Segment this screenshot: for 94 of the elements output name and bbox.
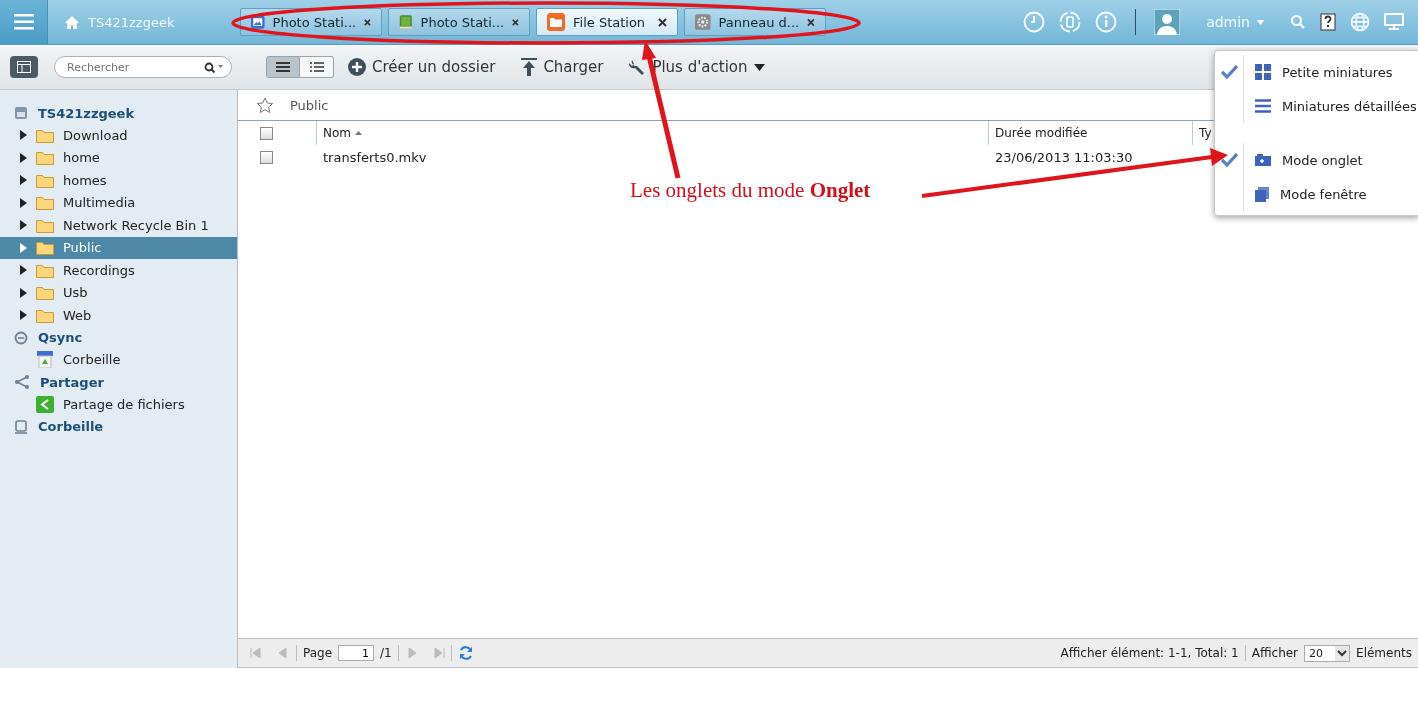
- close-icon[interactable]: [658, 17, 667, 27]
- sort-arrow-icon: [354, 131, 362, 135]
- view-toggle[interactable]: [266, 56, 300, 78]
- sidebar-item[interactable]: Public: [0, 236, 237, 259]
- table-cell-text: transferts0.mkv: [322, 149, 428, 165]
- menu-icon: [13, 14, 34, 30]
- panel-toggle-button[interactable]: [10, 56, 38, 78]
- column-header[interactable]: Ty: [1192, 121, 1212, 145]
- folder-icon: [547, 13, 565, 31]
- expand-arrow-icon[interactable]: [20, 175, 27, 186]
- expand-arrow-icon[interactable]: [20, 310, 27, 321]
- caret-icon: [1257, 19, 1264, 25]
- window-icon: [1255, 186, 1269, 202]
- host-name: TS421zzgeek: [88, 14, 175, 30]
- layout-icon: [17, 61, 31, 73]
- folder-icon: [36, 127, 54, 143]
- sidebar-section[interactable]: TS421zzgeek: [38, 105, 135, 121]
- table-cell-text: 23/06/2013 11:03:30: [994, 149, 1134, 165]
- expand-arrow-icon[interactable]: [20, 197, 27, 208]
- caret-icon: [753, 63, 765, 71]
- recycle-bin-icon: [36, 351, 54, 369]
- row-checkbox[interactable]: [260, 150, 273, 164]
- app-tab[interactable]: Panneau d...: [684, 8, 826, 36]
- folder-icon: [36, 240, 54, 256]
- expand-arrow-icon[interactable]: [20, 265, 27, 276]
- sidebar-item[interactable]: Partage de fichiers: [0, 393, 237, 416]
- refresh-icon[interactable]: [457, 645, 474, 661]
- toolbar-button[interactable]: Plus d'action: [629, 58, 765, 76]
- sidebar-item[interactable]: Corbeille: [0, 348, 237, 371]
- app-tab[interactable]: File Station: [536, 8, 678, 36]
- grid-icon: [1255, 64, 1271, 80]
- page-field[interactable]: 1: [338, 645, 375, 661]
- list-icon: [309, 62, 324, 72]
- lines-icon: [276, 62, 290, 72]
- item-summary: Afficher élément: 1-1, Total: 1: [1060, 646, 1239, 660]
- help-icon[interactable]: [1320, 13, 1336, 31]
- folder-icon: [36, 217, 54, 233]
- wrench-icon: [629, 58, 647, 76]
- tab-icon: [1255, 154, 1271, 166]
- sidebar-section[interactable]: Partager: [40, 374, 104, 390]
- search-field[interactable]: Rechercher: [54, 56, 232, 78]
- close-icon[interactable]: [512, 17, 519, 27]
- menu-item[interactable]: Petite miniatures: [1215, 55, 1418, 89]
- share-icon: [36, 395, 54, 413]
- sidebar-item[interactable]: Recordings: [0, 259, 237, 282]
- gear-icon: [695, 13, 711, 31]
- sidebar-item[interactable]: home: [0, 146, 237, 169]
- annotation-caption: Les onglets du mode Onglet: [630, 178, 871, 203]
- star-icon[interactable]: [256, 96, 274, 114]
- folder-icon: [36, 307, 54, 323]
- upload-icon: [521, 58, 538, 76]
- close-icon[interactable]: [364, 17, 371, 27]
- items-label: Eléments: [1356, 646, 1412, 660]
- column-header[interactable]: Durée modifiée: [988, 121, 1192, 145]
- dropdown-icon: [1335, 645, 1350, 661]
- server-icon: [14, 106, 28, 120]
- sidebar-item[interactable]: Web: [0, 304, 237, 327]
- menu-item[interactable]: Mode fenêtre: [1215, 177, 1418, 211]
- sidebar-item[interactable]: homes: [0, 169, 237, 192]
- sidebar-section[interactable]: Qsync: [38, 330, 83, 345]
- select-all-checkbox[interactable]: [260, 126, 273, 140]
- folder-icon: [36, 150, 54, 166]
- menu-button[interactable]: [0, 0, 48, 44]
- per-page-select[interactable]: 20: [1304, 644, 1351, 662]
- book-icon: [399, 13, 413, 31]
- folder-icon: [36, 285, 54, 301]
- expand-arrow-icon[interactable]: [20, 130, 27, 141]
- page-total: /1: [380, 646, 392, 660]
- app-tab[interactable]: Photo Stati...: [388, 8, 530, 36]
- toolbar-button[interactable]: Charger: [521, 58, 604, 76]
- folder-icon: [36, 262, 54, 278]
- page-label: Page: [303, 646, 333, 660]
- close-icon[interactable]: [807, 17, 815, 27]
- folder-icon: [36, 172, 54, 188]
- expand-arrow-icon[interactable]: [20, 152, 27, 163]
- expand-arrow-icon[interactable]: [20, 220, 27, 231]
- column-header[interactable]: Nom: [316, 121, 988, 145]
- menu-item[interactable]: Miniatures détaillées: [1215, 89, 1418, 123]
- folder-icon: [36, 195, 54, 211]
- sidebar-item[interactable]: Download: [0, 124, 237, 147]
- sidebar-section[interactable]: Corbeille: [38, 419, 104, 434]
- sidebar-item[interactable]: Multimedia: [0, 191, 237, 214]
- toolbar-button[interactable]: Créer un dossier: [348, 58, 496, 76]
- plus-icon: [348, 58, 366, 76]
- share-icon: [14, 375, 30, 389]
- view-toggle[interactable]: [300, 56, 334, 78]
- lines-icon: [1255, 99, 1271, 113]
- expand-arrow-icon[interactable]: [20, 287, 27, 298]
- sidebar-item[interactable]: Network Recycle Bin 1: [0, 214, 237, 237]
- breadcrumb[interactable]: Public: [290, 97, 329, 113]
- avatar-icon[interactable]: [1154, 9, 1181, 35]
- sidebar-item[interactable]: Usb: [0, 281, 237, 304]
- per-page-label: Afficher: [1251, 646, 1299, 660]
- search-icon: [204, 62, 224, 73]
